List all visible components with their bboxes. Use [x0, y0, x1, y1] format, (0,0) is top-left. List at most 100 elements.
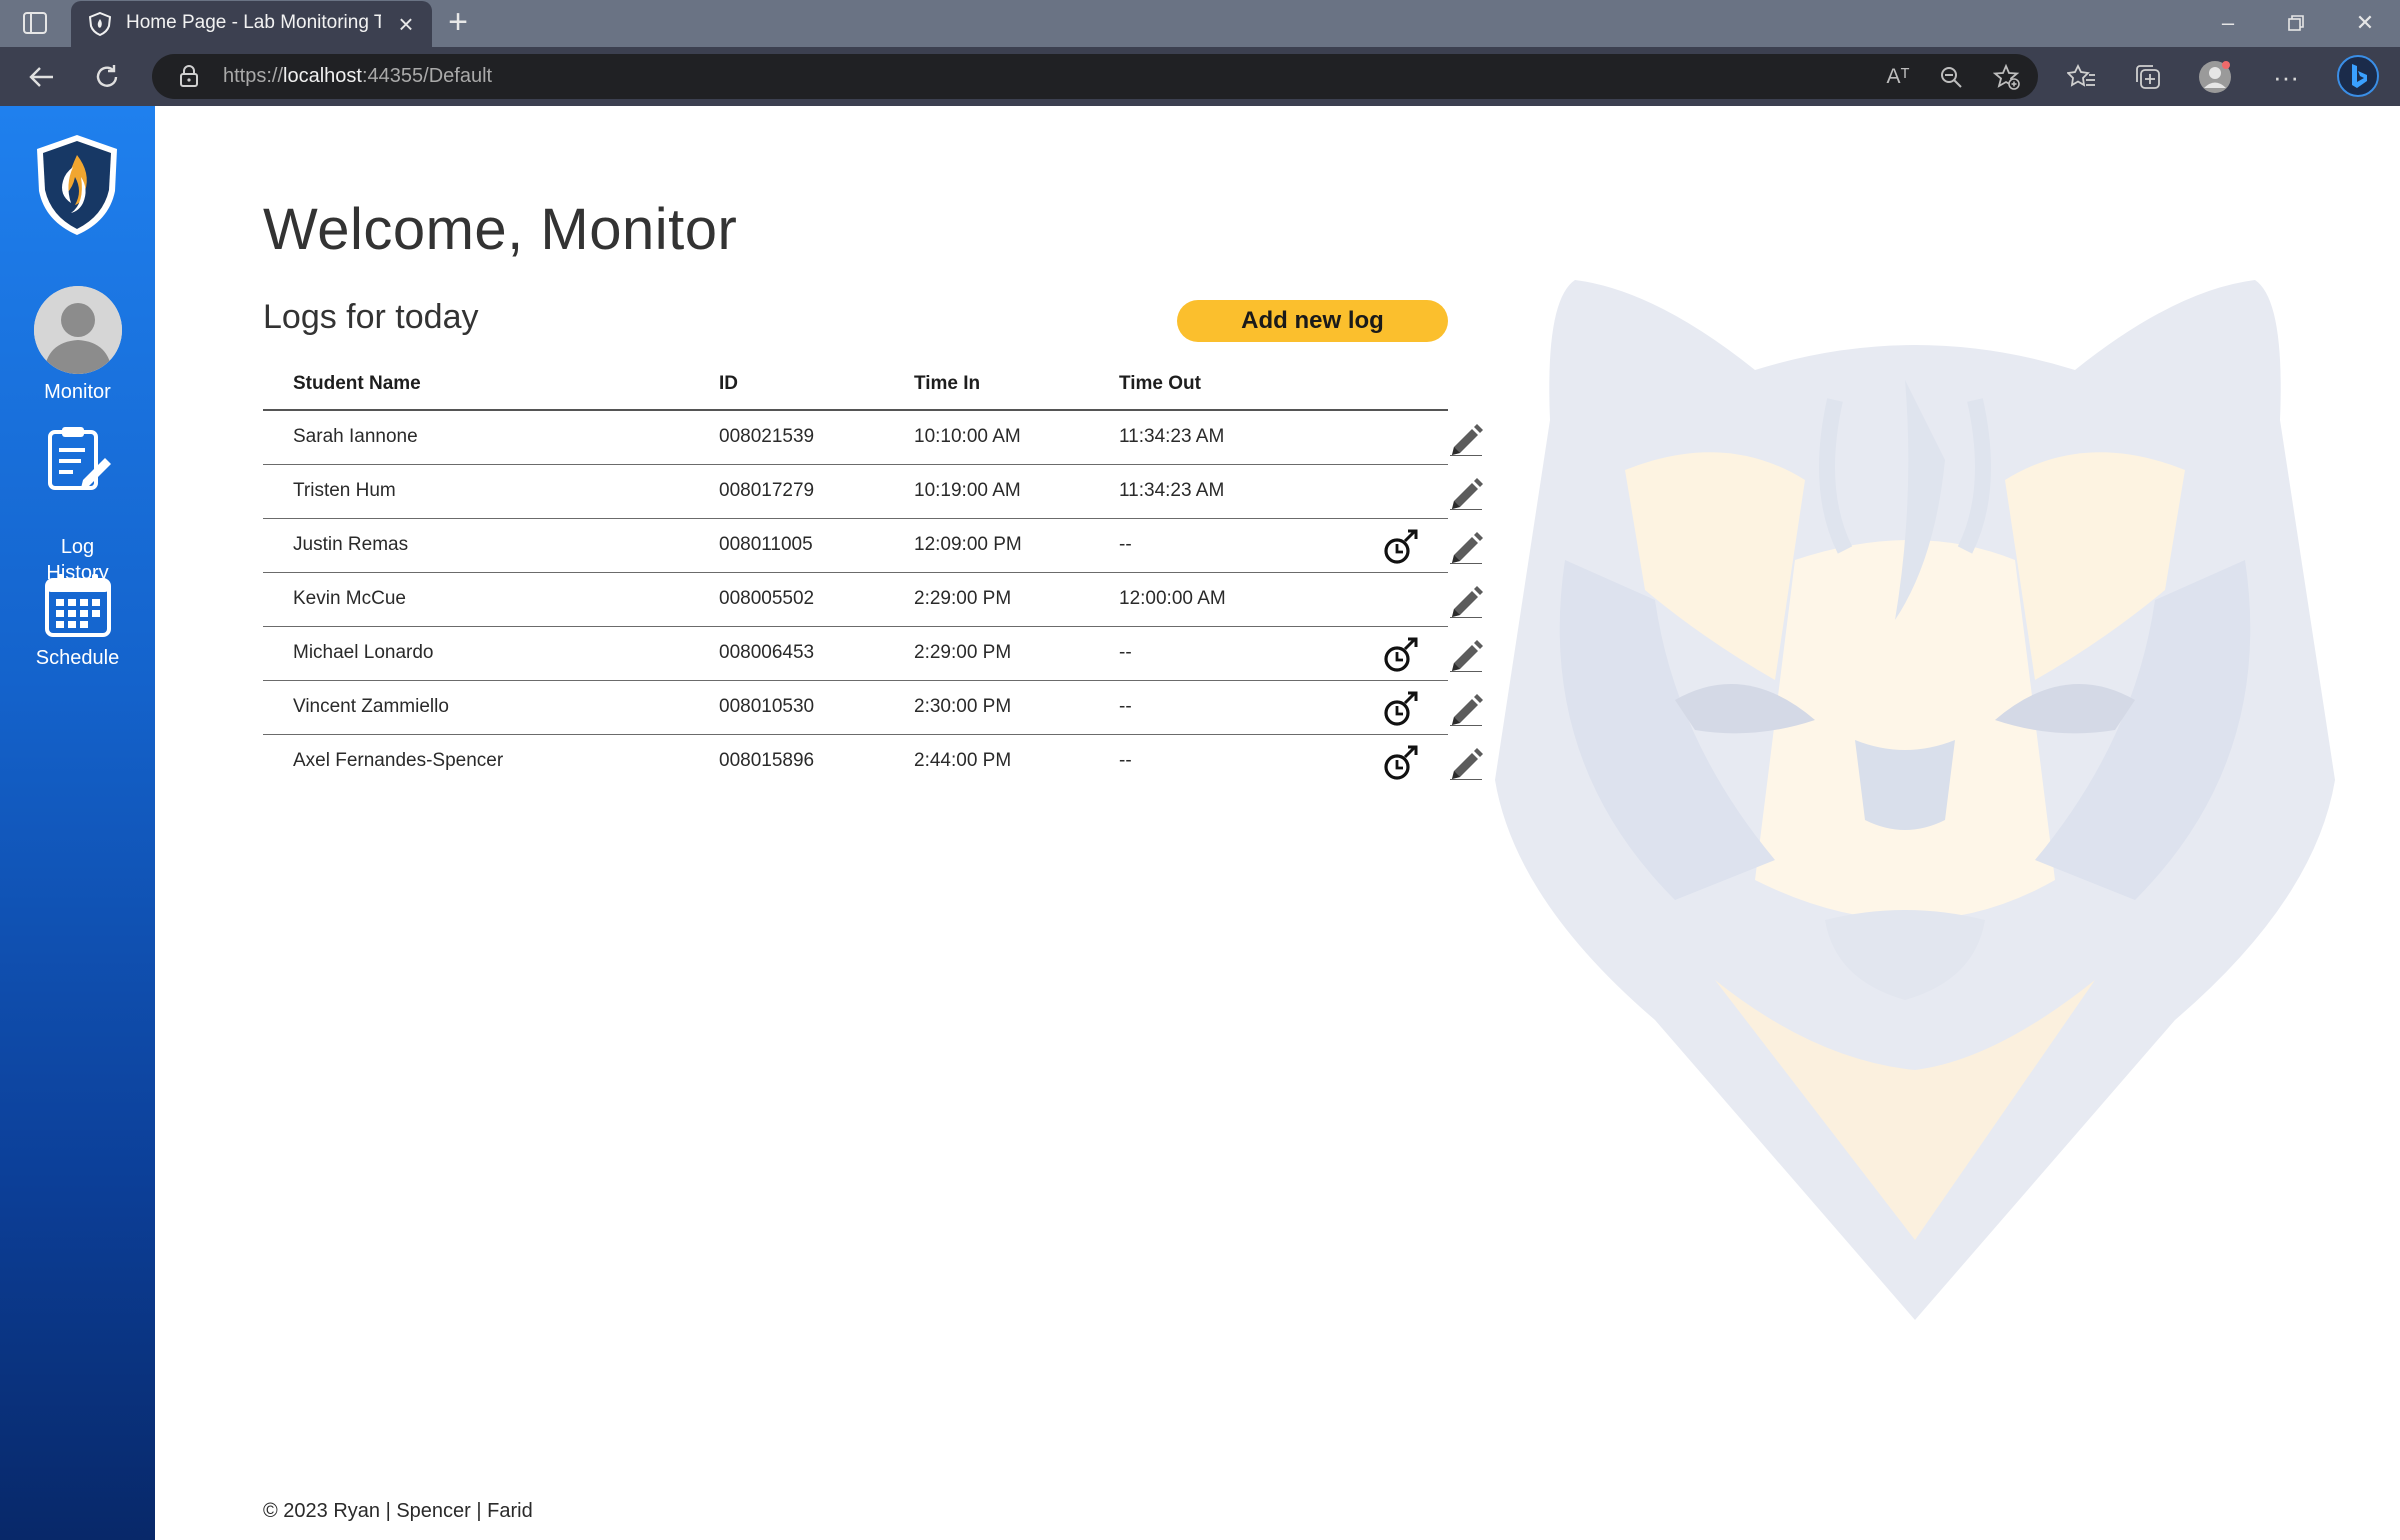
add-favorite-icon[interactable]: [1991, 61, 2023, 93]
time-in-cell: 2:29:00 PM: [914, 626, 1119, 681]
time-in-cell: 10:10:00 AM: [914, 410, 1119, 465]
time-out-cell: 11:34:23 AM: [1119, 464, 1319, 519]
read-aloud-icon[interactable]: Aᵀ: [1882, 61, 1914, 93]
logs-table: Student Name ID Time In Time Out Sarah I…: [263, 358, 1483, 788]
logs-heading: Logs for today: [263, 298, 479, 336]
time-out-cell: --: [1119, 750, 1132, 772]
time-in-cell: 2:30:00 PM: [914, 680, 1119, 735]
page-title: Welcome, Monitor: [263, 197, 738, 262]
sidebar-item-schedule[interactable]: Schedule: [0, 645, 155, 671]
edit-pencil-icon[interactable]: [1449, 422, 1483, 456]
sidebar-item-monitor[interactable]: Monitor: [0, 379, 155, 405]
address-bar[interactable]: https://localhost:44355/Default Aᵀ: [152, 54, 2038, 99]
student-id-cell: 008010530: [719, 680, 914, 735]
time-out-cell: --: [1119, 626, 1319, 681]
close-tab-icon[interactable]: ×: [393, 11, 419, 37]
back-arrow-icon[interactable]: [24, 59, 60, 95]
add-new-log-button[interactable]: Add new log: [1177, 300, 1448, 342]
url-scheme: https://: [223, 65, 284, 87]
clock-out-icon[interactable]: [1383, 745, 1419, 781]
logs-table-body: Sarah Iannone 008021539 10:10:00 AM 11:3…: [263, 410, 1483, 788]
student-id-cell: 008017279: [719, 464, 914, 519]
student-id-cell: 008015896: [719, 750, 815, 772]
time-in-cell: 10:19:00 AM: [914, 464, 1119, 519]
student-name-cell: Kevin McCue: [263, 572, 719, 627]
url-host: localhost: [283, 65, 362, 87]
tab-actions-icon[interactable]: [22, 11, 48, 35]
clock-out-icon[interactable]: [1383, 637, 1419, 673]
more-options-icon[interactable]: ···: [2268, 59, 2304, 95]
student-name-cell: Vincent Zammiello: [263, 680, 719, 735]
edit-pencil-icon[interactable]: [1449, 584, 1483, 618]
time-in-cell: 2:29:00 PM: [914, 572, 1119, 627]
clock-out-icon[interactable]: [1383, 529, 1419, 565]
profile-avatar-icon[interactable]: [2197, 59, 2233, 95]
column-header-id[interactable]: ID: [719, 358, 914, 411]
flame-shield-logo-icon[interactable]: [35, 133, 119, 237]
tiger-watermark-icon: [1495, 280, 2335, 1320]
new-tab-icon[interactable]: +: [442, 5, 474, 39]
sidebar: Monitor Log History Schedule: [0, 106, 155, 1540]
student-name-cell: Justin Remas: [263, 518, 719, 573]
actions-cell: [1319, 680, 1483, 735]
actions-cell: [1319, 626, 1483, 681]
time-out-cell: 12:00:00 AM: [1119, 572, 1319, 627]
minimize-icon[interactable]: –: [2206, 8, 2250, 38]
edit-pencil-icon[interactable]: [1449, 692, 1483, 726]
browser-titlebar: Home Page - Lab Monitoring To × + – ✕: [0, 0, 2400, 47]
browser-toolbar: https://localhost:44355/Default Aᵀ ···: [0, 47, 2400, 106]
edit-pencil-icon[interactable]: [1449, 476, 1483, 510]
actions-cell: [1319, 410, 1483, 465]
favorites-icon[interactable]: [2064, 59, 2100, 95]
student-id-cell: 008006453: [719, 626, 914, 681]
table-row: Axel Fernandes-Spencer 008015896 2:44:00…: [263, 734, 1483, 788]
time-out-cell: --: [1119, 518, 1319, 573]
actions-cell: [1319, 734, 1483, 788]
student-id-cell: 008005502: [719, 572, 914, 627]
edit-pencil-icon[interactable]: [1449, 638, 1483, 672]
sidebar-item-label: Schedule: [35, 647, 120, 669]
time-in-cell: 12:09:00 PM: [914, 518, 1119, 573]
tab-title: Home Page - Lab Monitoring To: [126, 12, 381, 33]
actions-cell: [1319, 572, 1483, 627]
time-out-cell: 11:34:23 AM: [1119, 410, 1319, 465]
user-avatar-icon[interactable]: [34, 286, 122, 374]
student-name-cell: Michael Lonardo: [263, 626, 719, 681]
table-row: Vincent Zammiello 008010530 2:30:00 PM -…: [263, 680, 1483, 735]
table-row: Tristen Hum 008017279 10:19:00 AM 11:34:…: [263, 464, 1483, 519]
clipboard-edit-icon[interactable]: [45, 424, 113, 492]
lock-icon[interactable]: [178, 64, 200, 88]
url-text[interactable]: https://localhost:44355/Default: [223, 65, 492, 88]
actions-cell: [1319, 518, 1483, 573]
url-path: :44355/Default: [361, 65, 493, 87]
student-id-cell: 008011005: [719, 518, 914, 573]
calendar-icon[interactable]: [44, 572, 112, 638]
zoom-out-icon[interactable]: [1935, 61, 1967, 93]
table-header-row: Student Name ID Time In Time Out: [263, 358, 1448, 411]
collections-icon[interactable]: [2130, 59, 2166, 95]
shield-favicon-icon: [89, 12, 111, 36]
edit-pencil-icon[interactable]: [1449, 530, 1483, 564]
student-name-cell: Tristen Hum: [263, 464, 719, 519]
time-in-cell: 2:44:00 PM: [914, 750, 1012, 772]
time-out-cell: --: [1119, 680, 1319, 735]
edit-pencil-icon[interactable]: [1449, 746, 1483, 780]
refresh-icon[interactable]: [89, 59, 125, 95]
actions-cell: [1319, 464, 1483, 519]
column-header-time-in[interactable]: Time In: [914, 358, 1119, 411]
column-header-actions: [1319, 358, 1448, 411]
student-name-cell: Axel Fernandes-Spencer: [293, 750, 504, 772]
student-name-cell: Sarah Iannone: [263, 410, 719, 465]
clock-out-icon[interactable]: [1383, 691, 1419, 727]
bing-copilot-icon[interactable]: [2337, 55, 2379, 97]
table-row: Kevin McCue 008005502 2:29:00 PM 12:00:0…: [263, 572, 1483, 627]
column-header-student-name[interactable]: Student Name: [263, 358, 719, 411]
column-header-time-out[interactable]: Time Out: [1119, 358, 1319, 411]
close-window-icon[interactable]: ✕: [2343, 8, 2387, 38]
browser-tab-active[interactable]: Home Page - Lab Monitoring To ×: [71, 1, 432, 47]
student-id-cell: 008021539: [719, 410, 914, 465]
restore-icon[interactable]: [2274, 8, 2318, 38]
table-row: Michael Lonardo 008006453 2:29:00 PM --: [263, 626, 1483, 681]
sidebar-item-label: Monitor: [44, 381, 111, 403]
footer-copyright: © 2023 Ryan | Spencer | Farid: [263, 1500, 533, 1522]
